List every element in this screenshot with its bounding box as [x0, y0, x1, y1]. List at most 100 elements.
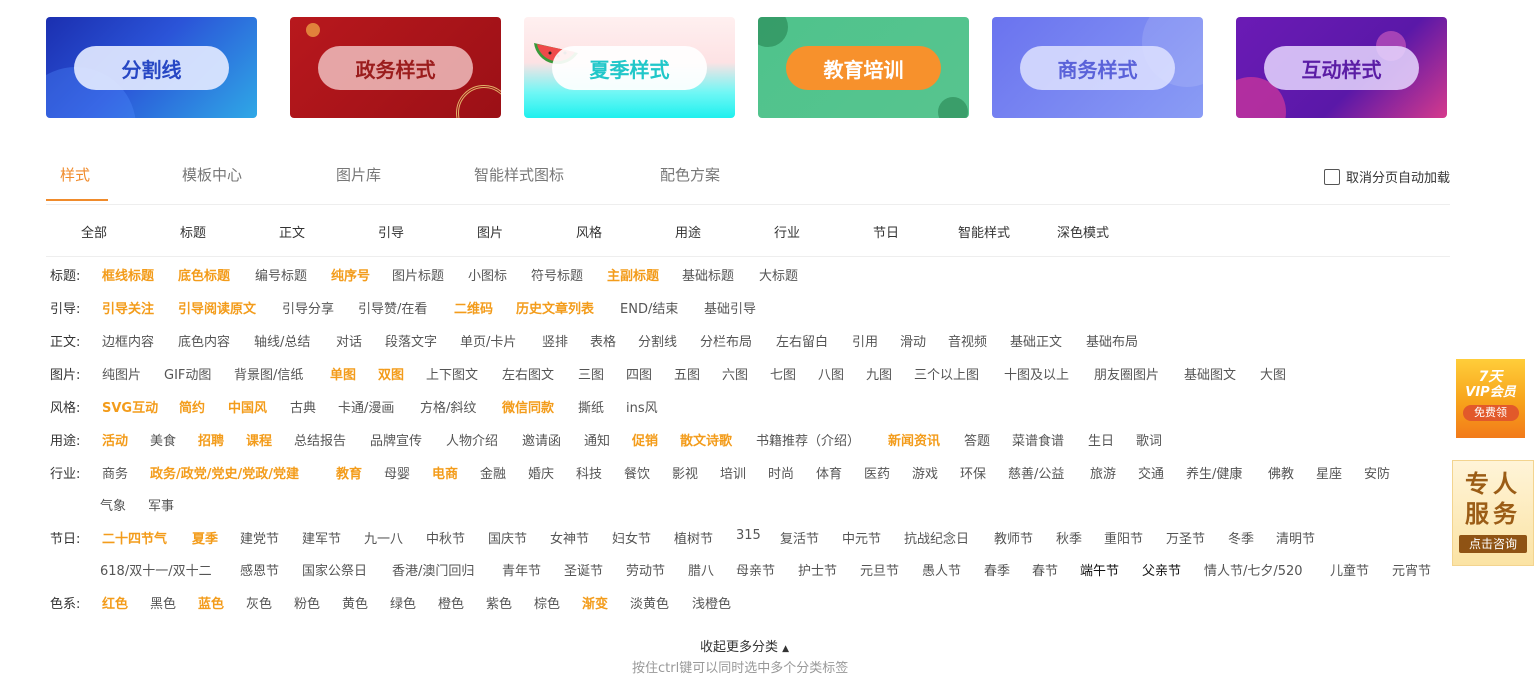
tag-link[interactable]: 基础图文 [1184, 364, 1236, 383]
tag-link[interactable]: GIF动图 [164, 364, 211, 383]
category-usage[interactable]: 用途 [675, 222, 701, 241]
tag-link[interactable]: 图片标题 [392, 265, 444, 284]
tag-link[interactable]: 纯序号 [331, 265, 370, 284]
tag-link[interactable]: 餐饮 [624, 463, 650, 482]
tag-link[interactable]: 方格/斜纹 [420, 397, 476, 416]
tag-link[interactable]: 六图 [722, 364, 748, 383]
tag-link[interactable]: 人物介绍 [446, 430, 498, 449]
tag-link[interactable]: 对话 [336, 331, 362, 350]
tag-link[interactable]: 左右留白 [776, 331, 828, 350]
tag-link[interactable]: 符号标题 [531, 265, 583, 284]
category-body[interactable]: 正文 [279, 222, 305, 241]
tag-link[interactable]: 植树节 [674, 528, 713, 547]
tab-template-center[interactable]: 模板中心 [182, 164, 242, 185]
tag-link[interactable]: 书籍推荐（介绍） [756, 430, 860, 449]
tag-link[interactable]: 基础正文 [1010, 331, 1062, 350]
tag-link[interactable]: 养生/健康 [1186, 463, 1242, 482]
tag-link[interactable]: 医药 [864, 463, 890, 482]
banner-interactive[interactable]: 互动样式 [1236, 17, 1447, 118]
tag-link[interactable]: 框线标题 [102, 265, 154, 284]
category-dark-mode[interactable]: 深色模式 [1057, 222, 1109, 241]
tag-link[interactable]: 端午节 [1080, 560, 1119, 579]
tag-link[interactable]: 女神节 [550, 528, 589, 547]
category-title[interactable]: 标题 [180, 222, 206, 241]
tag-link[interactable]: 科技 [576, 463, 602, 482]
tag-link[interactable]: 九图 [866, 364, 892, 383]
tag-link[interactable]: 底色标题 [178, 265, 230, 284]
tag-link[interactable]: 橙色 [438, 593, 464, 612]
tag-link[interactable]: 体育 [816, 463, 842, 482]
tag-link[interactable]: 重阳节 [1104, 528, 1143, 547]
tag-link[interactable]: 七图 [770, 364, 796, 383]
tag-link[interactable]: 国家公祭日 [302, 560, 367, 579]
tag-link[interactable]: 建军节 [302, 528, 341, 547]
tag-link[interactable]: 卡通/漫画 [338, 397, 394, 416]
tag-link[interactable]: 教师节 [994, 528, 1033, 547]
tag-link[interactable]: 香港/澳门回归 [392, 560, 474, 579]
tag-link[interactable]: 分割线 [638, 331, 677, 350]
tag-link[interactable]: 新闻资讯 [888, 430, 940, 449]
tag-link[interactable]: 边框内容 [102, 331, 154, 350]
tag-link[interactable]: 左右图文 [502, 364, 554, 383]
tag-link[interactable]: 冬季 [1228, 528, 1254, 547]
tag-link[interactable]: 基础引导 [704, 298, 756, 317]
tag-link[interactable]: 腊八 [688, 560, 714, 579]
tag-link[interactable]: 商务 [102, 463, 128, 482]
banner-government[interactable]: 政务样式 [290, 17, 501, 118]
tag-link[interactable]: 大图 [1260, 364, 1286, 383]
tag-link[interactable]: 夏季 [192, 528, 218, 547]
banner-summer[interactable]: 夏季样式 [524, 17, 735, 118]
tag-link[interactable]: 编号标题 [255, 265, 307, 284]
tag-link[interactable]: 总结报告 [294, 430, 346, 449]
tag-link[interactable]: 小图标 [468, 265, 507, 284]
tag-link[interactable]: 万圣节 [1166, 528, 1205, 547]
tag-link[interactable]: 中国风 [228, 397, 267, 416]
tab-smart-style-icons[interactable]: 智能样式图标 [474, 164, 564, 185]
tag-link[interactable]: 春季 [984, 560, 1010, 579]
tag-link[interactable]: 母亲节 [736, 560, 775, 579]
tag-link[interactable]: 青年节 [502, 560, 541, 579]
tag-link[interactable]: 答题 [964, 430, 990, 449]
tag-link[interactable]: 促销 [632, 430, 658, 449]
tag-link[interactable]: 复活节 [780, 528, 819, 547]
tag-link[interactable]: 品牌宣传 [370, 430, 422, 449]
tag-link[interactable]: 引用 [852, 331, 878, 350]
category-image[interactable]: 图片 [477, 222, 503, 241]
tag-link[interactable]: 交通 [1138, 463, 1164, 482]
tag-link[interactable]: 安防 [1364, 463, 1390, 482]
tag-link[interactable]: 绿色 [390, 593, 416, 612]
tag-link[interactable]: 通知 [584, 430, 610, 449]
tag-link[interactable]: 粉色 [294, 593, 320, 612]
tag-link[interactable]: 婚庆 [528, 463, 554, 482]
tag-link[interactable]: 游戏 [912, 463, 938, 482]
tag-link[interactable]: SVG互动 [102, 397, 158, 416]
tag-link[interactable]: 美食 [150, 430, 176, 449]
tag-link[interactable]: 紫色 [486, 593, 512, 612]
tag-link[interactable]: 时尚 [768, 463, 794, 482]
tag-link[interactable]: 蓝色 [198, 593, 224, 612]
tag-link[interactable]: 菜谱食谱 [1012, 430, 1064, 449]
tag-link[interactable]: 春节 [1032, 560, 1058, 579]
vip-trial-widget[interactable]: 7天 VIP会员 免费领 [1456, 359, 1525, 438]
tag-link[interactable]: 歌词 [1136, 430, 1162, 449]
collapse-categories-button[interactable]: 收起更多分类 ▲ [700, 636, 789, 655]
tag-link[interactable]: 情人节/七夕/520 [1204, 560, 1303, 579]
category-smart-style[interactable]: 智能样式 [958, 222, 1010, 241]
tag-link[interactable]: 招聘 [198, 430, 224, 449]
tag-link[interactable]: 历史文章列表 [516, 298, 594, 317]
consult-widget[interactable]: 专人 服务 点击咨询 [1452, 460, 1534, 566]
tag-link[interactable]: 生日 [1088, 430, 1114, 449]
tag-link[interactable]: 环保 [960, 463, 986, 482]
tag-link[interactable]: 引导阅读原文 [178, 298, 256, 317]
tag-link[interactable]: 主副标题 [607, 265, 659, 284]
tag-link[interactable]: 气象 [100, 495, 126, 514]
tag-link[interactable]: 灰色 [246, 593, 272, 612]
tag-link[interactable]: 轴线/总结 [254, 331, 310, 350]
tab-style[interactable]: 样式 [60, 164, 90, 185]
tag-link[interactable]: 圣诞节 [564, 560, 603, 579]
tag-link[interactable]: 段落文字 [385, 331, 437, 350]
consult-button[interactable]: 点击咨询 [1459, 535, 1527, 553]
tag-link[interactable]: 竖排 [542, 331, 568, 350]
tag-link[interactable]: 朋友圈图片 [1094, 364, 1159, 383]
tag-link[interactable]: 分栏布局 [700, 331, 752, 350]
